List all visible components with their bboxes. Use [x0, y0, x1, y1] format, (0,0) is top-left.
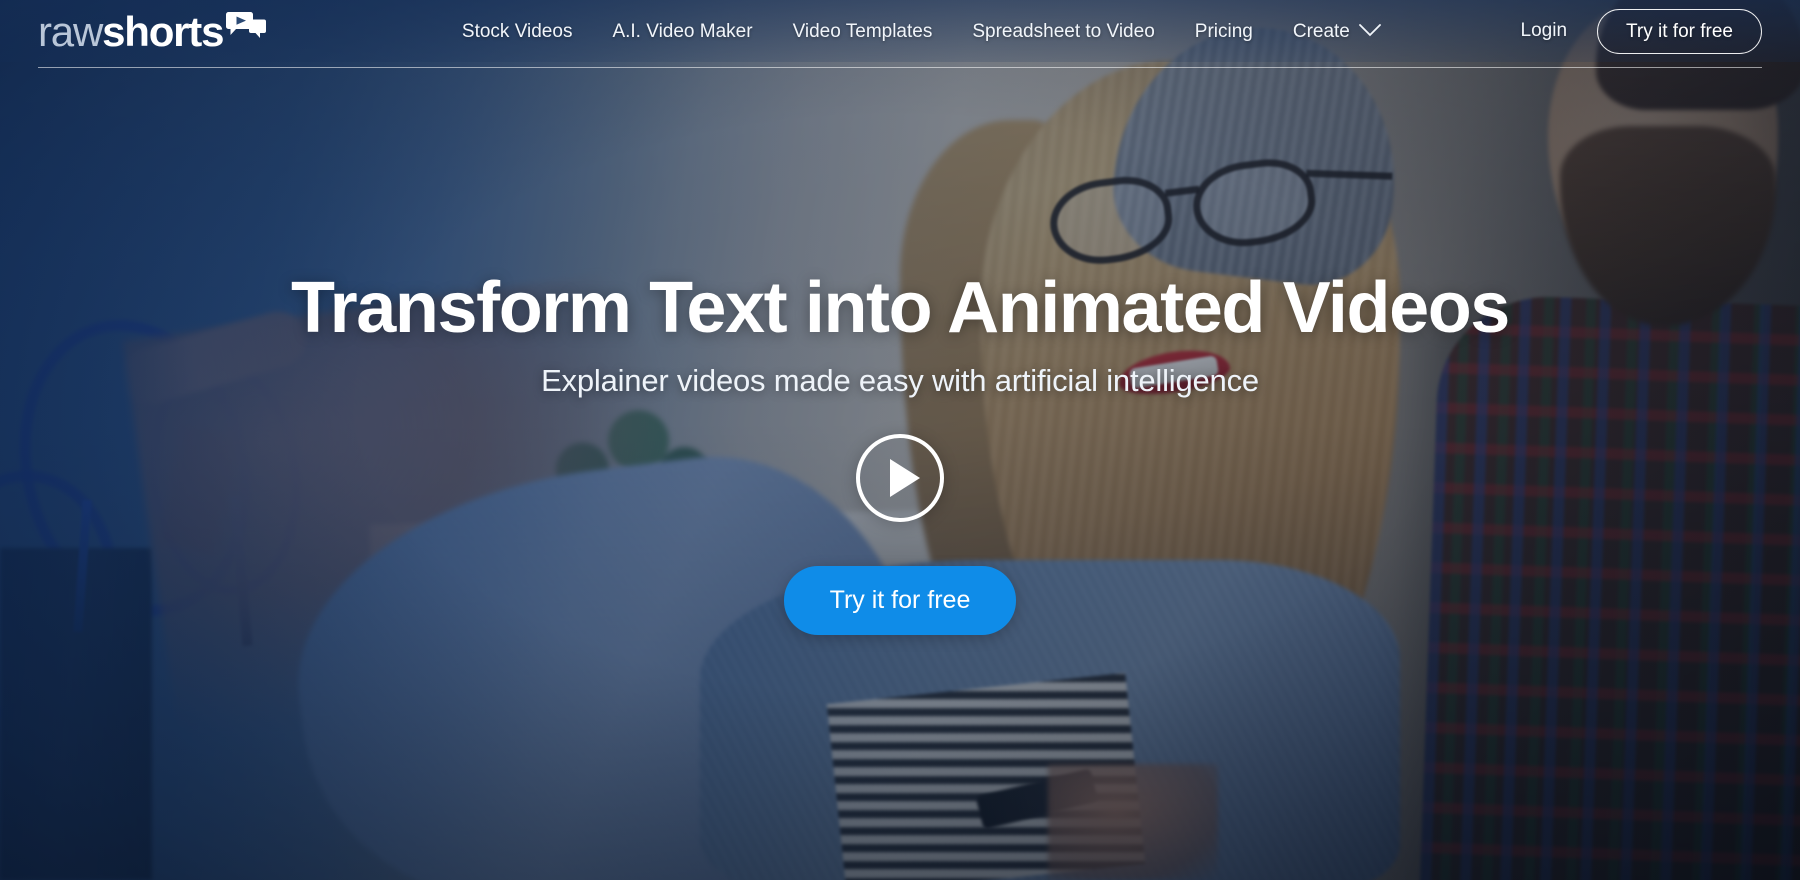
nav-item-spreadsheet-to-video[interactable]: Spreadsheet to Video — [972, 22, 1154, 41]
nav-item-pricing[interactable]: Pricing — [1195, 22, 1253, 41]
nav-label: Video Templates — [792, 20, 933, 42]
nav-label: A.I. Video Maker — [612, 20, 753, 42]
logo-wordmark: rawshorts — [38, 8, 224, 55]
site-header: rawshorts Stock Videos A.I. Video Maker — [0, 0, 1800, 62]
logo-text-shorts: shorts — [102, 8, 224, 55]
play-video-button[interactable] — [856, 433, 944, 522]
play-icon — [889, 458, 920, 497]
hero-try-free-button[interactable]: Try it for free — [783, 565, 1017, 635]
nav-item-ai-video-maker[interactable]: A.I. Video Maker — [612, 22, 752, 41]
chevron-down-icon — [1358, 22, 1381, 41]
hero-content: Transform Text into Animated Videos Expl… — [0, 270, 1800, 635]
header-divider — [38, 67, 1762, 68]
nav-item-video-templates[interactable]: Video Templates — [793, 22, 933, 41]
main-navigation: Stock Videos A.I. Video Maker Video Temp… — [322, 22, 1520, 41]
speech-bubble-play-icon — [226, 11, 267, 47]
nav-label: Stock Videos — [461, 20, 573, 42]
header-actions: Login Try it for free — [1521, 8, 1762, 54]
header-try-free-button[interactable]: Try it for free — [1597, 8, 1762, 54]
nav-item-create[interactable]: Create — [1293, 22, 1381, 41]
page-title: Transform Text into Animated Videos — [291, 268, 1510, 348]
logo[interactable]: rawshorts — [38, 1, 267, 63]
nav-label: Spreadsheet to Video — [972, 20, 1155, 42]
nav-label: Create — [1292, 20, 1350, 42]
hero-subtitle: Explainer videos made easy with artifici… — [541, 363, 1259, 399]
logo-text-raw: raw — [38, 8, 103, 55]
login-link[interactable]: Login — [1521, 20, 1568, 42]
hero-section: rawshorts Stock Videos A.I. Video Maker — [0, 0, 1800, 880]
nav-item-stock-videos[interactable]: Stock Videos — [462, 22, 573, 41]
nav-label: Pricing — [1194, 20, 1253, 42]
